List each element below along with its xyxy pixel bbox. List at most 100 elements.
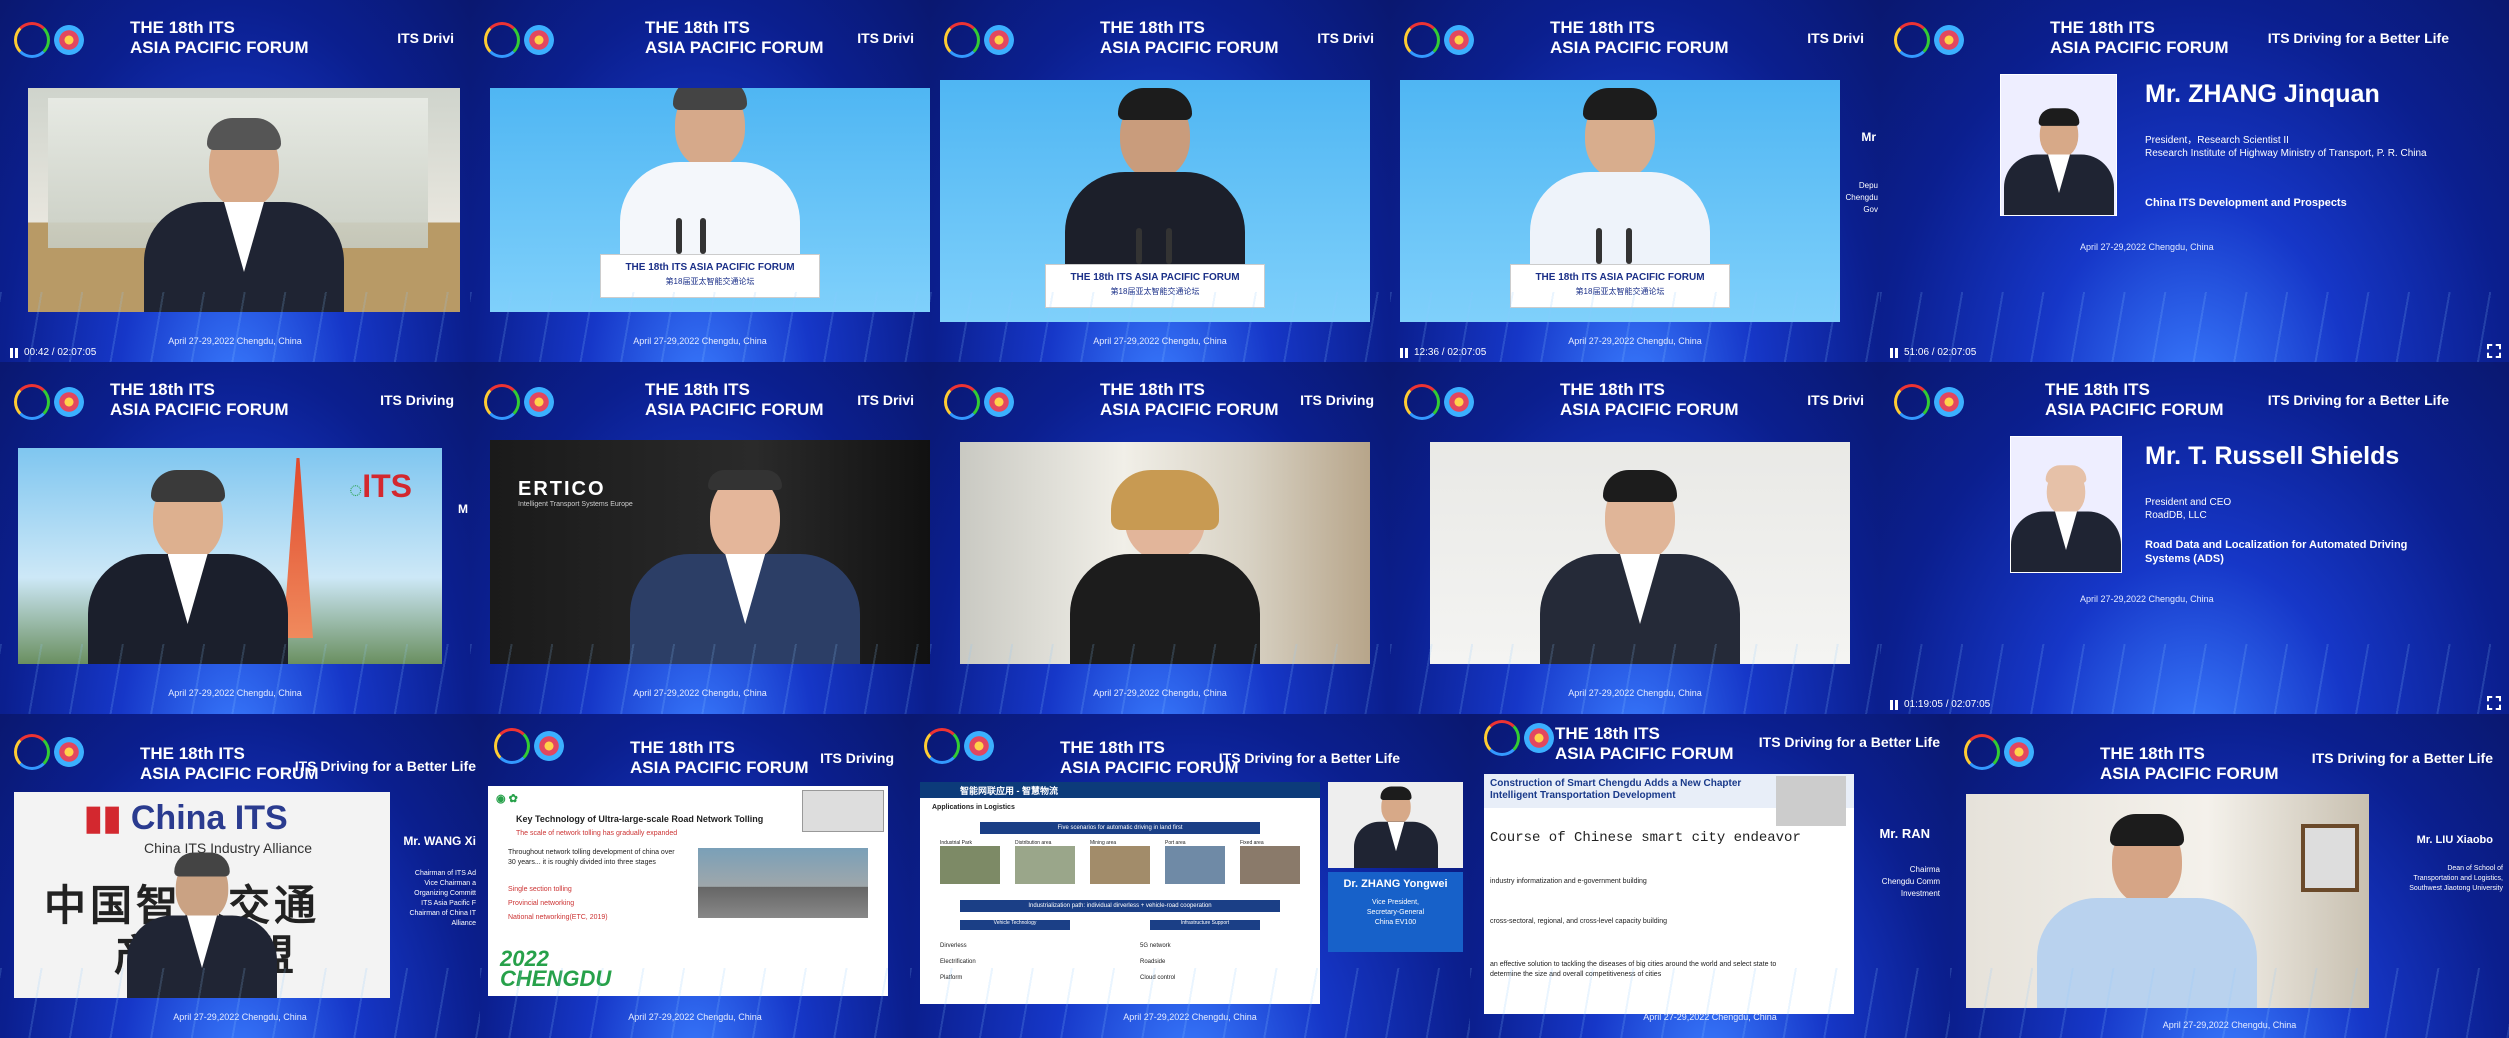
forum-title: THE 18th ITS ASIA PACIFIC FORUM	[1550, 18, 1729, 57]
slogan: ITS Drivi	[857, 30, 914, 46]
forum-title: THE 18th ITS ASIA PACIFIC FORUM	[140, 744, 319, 783]
date-caption: April 27-29,2022 Chengdu, China	[2080, 594, 2214, 604]
scenario: Port area	[1165, 840, 1225, 884]
china-its-logo: ▮▮ China ITS	[84, 799, 288, 837]
date-caption: April 27-29,2022 Chengdu, China	[1123, 1012, 1257, 1022]
player-controls[interactable]: 01:19:05 / 02:07:05	[1890, 699, 1990, 710]
video-tile-8[interactable]: THE 18th ITS ASIA PACIFIC FORUM ITS Drivi…	[930, 362, 1390, 714]
speaker-video: ERTICO Intelligent Transport Systems Euro…	[490, 440, 930, 664]
speaker-photo	[2010, 436, 2122, 573]
date-caption: April 27-29,2022 Chengdu, China	[2162, 1020, 2297, 1030]
speaker-name: M	[458, 502, 468, 516]
forum-logo	[1404, 22, 1474, 58]
time-readout: 01:19:05 / 02:07:05	[1904, 699, 1991, 710]
left-item: Dirverless	[940, 943, 967, 949]
slide-logos: ◉ ✿	[496, 793, 518, 805]
fullscreen-icon[interactable]	[2487, 696, 2501, 710]
forum-title: THE 18th ITS ASIA PACIFIC FORUM	[645, 18, 824, 57]
forum-title: THE 18th ITS ASIA PACIFIC FORUM	[2045, 380, 2224, 419]
date-caption: April 27-29,2022 Chengdu, China	[168, 688, 302, 698]
forum-logo	[484, 384, 554, 420]
date-caption: April 27-29,2022 Chengdu, China	[1568, 688, 1702, 698]
date-caption: April 27-29,2022 Chengdu, China	[173, 1012, 307, 1022]
video-tile-12[interactable]: THE 18th ITS ASIA PACIFIC FORUM ITS Drivi…	[480, 714, 910, 1038]
speaker-video: ▮▮ China ITS China ITS Industry Alliance…	[14, 792, 390, 998]
speaker-name: Dr. ZHANG Yongwei	[1343, 878, 1448, 890]
scenario: Industrial Park	[940, 840, 1000, 884]
right-item: Cloud control	[1140, 975, 1176, 981]
speaker-label: Dr. ZHANG Yongwei Vice President, Secreta…	[1328, 872, 1463, 952]
date-caption: April 27-29,2022 Chengdu, China	[633, 688, 767, 698]
video-tile-9[interactable]: THE 18th ITS ASIA PACIFIC FORUM ITS Drivi…	[1390, 362, 1880, 714]
slogan: ITS Drivi	[1807, 392, 1864, 408]
date-caption: April 27-29,2022 Chengdu, China	[628, 1012, 762, 1022]
slide-item: National networking(ETC, 2019)	[508, 914, 608, 921]
speaker-role: President and CEO RoadDB, LLC	[2145, 497, 2232, 521]
forum-title: THE 18th ITS ASIA PACIFIC FORUM	[1100, 380, 1279, 419]
video-tile-1[interactable]: THE 18th ITS ASIA PACIFIC FORUM ITS Drivi…	[0, 0, 470, 362]
player-controls[interactable]: 51:06 / 02:07:05	[1890, 347, 1976, 358]
player-controls[interactable]: 00:42 / 02:07:05	[10, 347, 96, 358]
slogan: ITS Driving	[820, 750, 894, 766]
forum-title: THE 18th ITS ASIA PACIFIC FORUM	[630, 738, 809, 777]
speaker	[127, 852, 277, 998]
speaker-photo	[2000, 74, 2117, 216]
forum-logo	[1484, 720, 1554, 756]
right-item: Roadside	[1140, 959, 1166, 965]
speaker-video	[1430, 442, 1850, 664]
slide-point: cross-sectoral, regional, and cross-leve…	[1490, 918, 1668, 925]
pause-icon[interactable]	[10, 347, 18, 358]
video-tile-13[interactable]: THE 18th ITS ASIA PACIFIC FORUM ITS Drivi…	[910, 714, 1470, 1038]
speaker-video: ◌ITS	[18, 448, 442, 664]
fullscreen-icon[interactable]	[2487, 344, 2501, 358]
video-tile-10[interactable]: THE 18th ITS ASIA PACIFIC FORUM ITS Drivi…	[1880, 362, 2509, 714]
video-tile-4[interactable]: THE 18th ITS ASIA PACIFIC FORUM ITS Drivi…	[1390, 0, 1880, 362]
speaker-name: Mr. LIU Xiaobo	[2416, 834, 2493, 846]
podium-sign: THE 18th ITS ASIA PACIFIC FORUM 第18届亚太智能交…	[1510, 264, 1730, 308]
slogan: ITS Driving for a Better Life	[2267, 30, 2449, 46]
speaker	[1070, 470, 1260, 664]
video-tile-11[interactable]: THE 18th ITS ASIA PACIFIC FORUM ITS Drivi…	[0, 714, 480, 1038]
speaker	[2037, 814, 2258, 1008]
speaker	[630, 470, 861, 664]
pause-icon[interactable]	[1400, 347, 1408, 358]
video-tile-14[interactable]: THE 18th ITS ASIA PACIFIC FORUM ITS Drivi…	[1470, 714, 1950, 1038]
slogan: ITS Driving	[380, 392, 454, 408]
speaker	[1530, 88, 1710, 282]
slogan: ITS Drivi	[1317, 30, 1374, 46]
video-tile-15[interactable]: THE 18th ITS ASIA PACIFIC FORUM ITS Drivi…	[1950, 714, 2509, 1038]
speaker-video	[1966, 794, 2369, 1008]
forum-logo	[14, 384, 84, 420]
pause-icon[interactable]	[1890, 699, 1898, 710]
video-tile-2[interactable]: THE 18th ITS ASIA PACIFIC FORUM ITS Drivi…	[470, 0, 930, 362]
video-tile-6[interactable]: THE 18th ITS ASIA PACIFIC FORUM ITS Drivi…	[0, 362, 470, 714]
pause-icon[interactable]	[1890, 347, 1898, 358]
forum-logo	[924, 728, 994, 764]
podium-sign: THE 18th ITS ASIA PACIFIC FORUM 第18届亚太智能交…	[1045, 264, 1265, 308]
forum-logo	[484, 22, 554, 58]
city-brand: CHENGDU	[500, 966, 612, 991]
slogan: ITS Drivi	[1807, 30, 1864, 46]
talk-topic: Road Data and Localization for Automated…	[2145, 539, 2408, 565]
speaker	[1065, 88, 1245, 282]
player-controls[interactable]: 12:36 / 02:07:05	[1400, 347, 1486, 358]
slide-point: industry informatization and e-governmen…	[1490, 878, 1647, 885]
scenario: Distribution area	[1015, 840, 1075, 884]
speaker	[620, 88, 800, 272]
presentation-slide: Construction of Smart Chengdu Adds a New…	[1484, 774, 1854, 1014]
video-tile-5[interactable]: THE 18th ITS ASIA PACIFIC FORUM ITS Drivi…	[1880, 0, 2509, 362]
forum-logo	[14, 734, 84, 770]
video-tile-3[interactable]: THE 18th ITS ASIA PACIFIC FORUM ITS Drivi…	[930, 0, 1390, 362]
speaker-name: Mr. WANG Xi	[403, 834, 476, 848]
left-item: Platform	[940, 975, 963, 981]
video-tile-7[interactable]: THE 18th ITS ASIA PACIFIC FORUM ITS Drivi…	[470, 362, 930, 714]
date-caption: April 27-29,2022 Chengdu, China	[1643, 1012, 1777, 1022]
forum-title: THE 18th ITS ASIA PACIFIC FORUM	[1100, 18, 1279, 57]
forum-title: THE 18th ITS ASIA PACIFIC FORUM	[1555, 724, 1734, 763]
slide-body: Throughout network tolling development o…	[508, 849, 675, 866]
time-readout: 00:42 / 02:07:05	[24, 347, 97, 358]
date-caption: April 27-29,2022 Chengdu, China	[2080, 242, 2214, 252]
its-logo: ◌ITS	[349, 468, 412, 504]
scenario: Mining area	[1090, 840, 1150, 884]
slide-subtitle: The scale of network tolling has gradual…	[516, 830, 678, 837]
